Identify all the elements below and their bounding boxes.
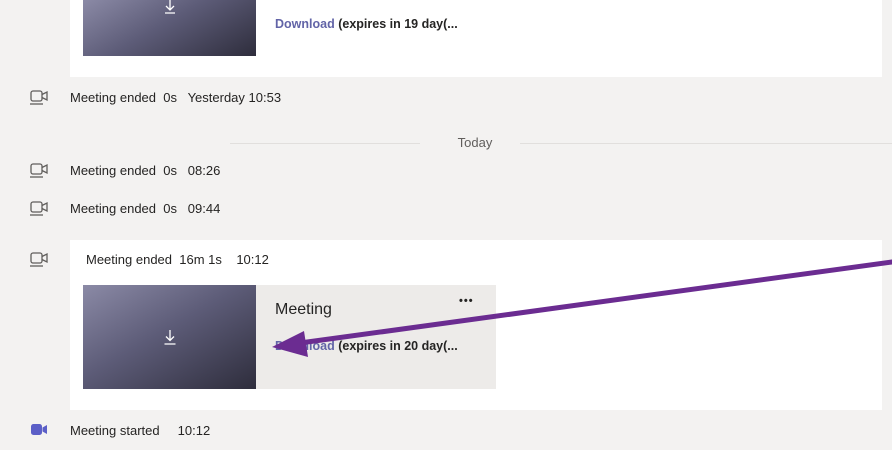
annotation-arrow	[272, 259, 892, 357]
